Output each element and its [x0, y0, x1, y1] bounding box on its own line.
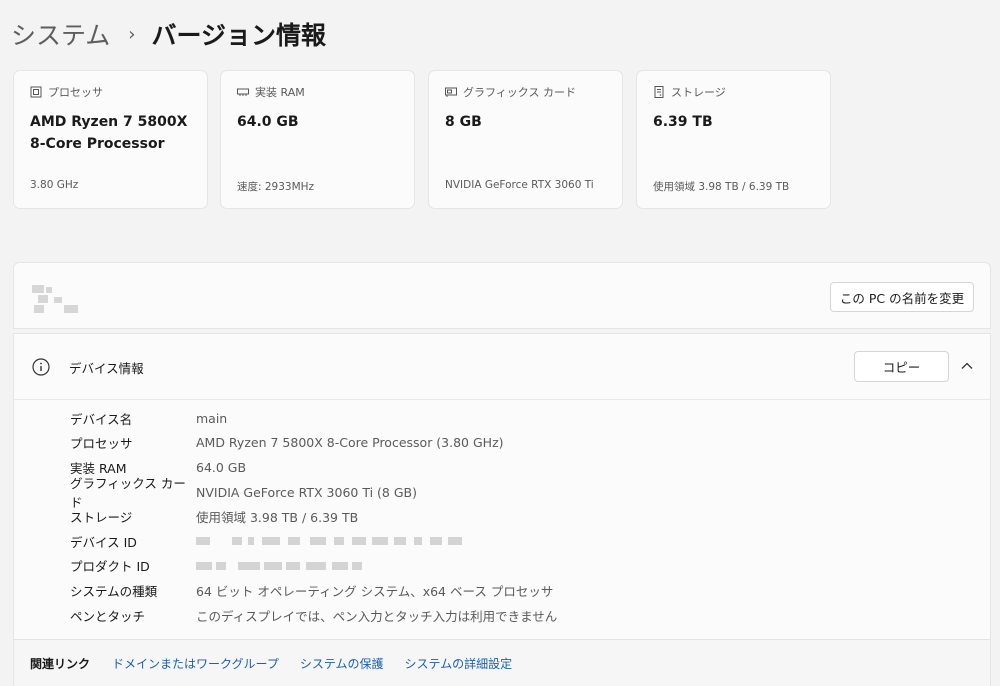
link-system-protection[interactable]: システムの保護 — [300, 655, 384, 672]
spec-key: グラフィックス カード — [70, 476, 186, 511]
spec-row-pen-touch: ペンとタッチ このディスプレイでは、ペン入力とタッチ入力は利用できません — [70, 603, 970, 628]
device-id-redacted — [196, 534, 496, 548]
card-header: ストレージ — [653, 84, 726, 100]
card-value: AMD Ryzen 7 5800X 8-Core Processor — [30, 114, 188, 152]
related-links-label: 関連リンク — [30, 657, 91, 671]
graphics-card-icon — [445, 86, 457, 98]
related-links: 関連リンク ドメインまたはワークグループ システムの保護 システムの詳細設定 — [14, 639, 990, 686]
card-label: 実装 RAM — [255, 86, 305, 99]
link-advanced-settings[interactable]: システムの詳細設定 — [404, 655, 512, 672]
breadcrumb: システム › バージョン情報 — [11, 16, 326, 52]
card-header: プロセッサ — [30, 84, 103, 100]
spec-row-processor: プロセッサ AMD Ryzen 7 5800X 8-Core Processor… — [70, 431, 970, 456]
card-header: 実装 RAM — [237, 84, 305, 100]
card-header: グラフィックス カード — [445, 84, 576, 100]
spec-key: ペンとタッチ — [70, 608, 146, 624]
spec-card-storage: ストレージ 6.39 TB 使用領域 3.98 TB / 6.39 TB — [636, 70, 831, 209]
spec-row-ram: 実装 RAM 64.0 GB — [70, 455, 970, 480]
spec-cards: プロセッサ AMD Ryzen 7 5800X 8-Core Processor… — [13, 70, 833, 209]
spec-key: システムの種類 — [70, 583, 158, 599]
spec-row-device-name: デバイス名 main — [70, 406, 970, 431]
spec-key: ストレージ — [70, 510, 133, 526]
spec-row-device-id: デバイス ID — [70, 529, 970, 554]
card-value: 64.0 GB — [237, 114, 299, 130]
spec-value: AMD Ryzen 7 5800X 8-Core Processor (3.80… — [196, 435, 504, 451]
pc-name-panel: この PC の名前を変更 — [13, 262, 991, 329]
storage-icon — [653, 86, 665, 98]
processor-icon — [30, 86, 42, 98]
spec-value: NVIDIA GeForce RTX 3060 Ti (8 GB) — [196, 484, 417, 500]
memory-icon — [237, 86, 249, 98]
card-label: グラフィックス カード — [463, 86, 576, 99]
device-info-header[interactable]: デバイス情報 コピー — [14, 334, 990, 400]
rename-pc-button[interactable]: この PC の名前を変更 — [830, 282, 974, 312]
breadcrumb-system[interactable]: システム — [11, 16, 110, 52]
page-title: バージョン情報 — [151, 21, 326, 50]
spec-value: このディスプレイでは、ペン入力とタッチ入力は利用できません — [196, 608, 558, 624]
device-info-panel: デバイス情報 コピー デバイス名 main プロセッサ AMD Ryzen 7 … — [13, 333, 991, 686]
spec-key: デバイス ID — [70, 534, 137, 550]
card-value: 6.39 TB — [653, 114, 713, 130]
chevron-right-icon: › — [128, 23, 136, 45]
spec-key: プロダクト ID — [70, 559, 150, 575]
pc-name-redacted — [32, 283, 82, 315]
card-detail: 3.80 GHz — [30, 179, 79, 191]
spec-key: デバイス名 — [70, 411, 133, 427]
device-info-title: デバイス情報 — [69, 361, 144, 376]
card-label: ストレージ — [671, 86, 726, 99]
spec-row-graphics: グラフィックス カード NVIDIA GeForce RTX 3060 Ti (… — [70, 476, 970, 510]
spec-value: 64.0 GB — [196, 459, 247, 475]
spec-card-processor: プロセッサ AMD Ryzen 7 5800X 8-Core Processor… — [13, 70, 208, 209]
spec-value: 64 ビット オペレーティング システム、x64 ベース プロセッサ — [196, 583, 554, 599]
card-detail: 速度: 2933MHz — [237, 181, 315, 193]
chevron-up-icon[interactable] — [960, 359, 974, 373]
copy-button[interactable]: コピー — [854, 351, 949, 382]
info-icon — [32, 358, 50, 376]
spec-key: プロセッサ — [70, 436, 133, 452]
spec-card-ram: 実装 RAM 64.0 GB 速度: 2933MHz — [220, 70, 415, 209]
product-id-redacted — [196, 559, 496, 573]
card-detail: NVIDIA GeForce RTX 3060 Ti — [445, 179, 594, 191]
spec-row-product-id: プロダクト ID — [70, 554, 970, 579]
card-detail: 使用領域 3.98 TB / 6.39 TB — [653, 181, 790, 193]
card-label: プロセッサ — [48, 86, 103, 99]
link-domain-workgroup[interactable]: ドメインまたはワークグループ — [112, 655, 279, 672]
spec-value: main — [196, 410, 228, 426]
card-value: 8 GB — [445, 114, 482, 130]
device-spec-list: デバイス名 main プロセッサ AMD Ryzen 7 5800X 8-Cor… — [70, 406, 970, 627]
spec-card-graphics: グラフィックス カード 8 GB NVIDIA GeForce RTX 3060… — [428, 70, 623, 209]
spec-row-storage: ストレージ 使用領域 3.98 TB / 6.39 TB — [70, 504, 970, 529]
spec-row-system-type: システムの種類 64 ビット オペレーティング システム、x64 ベース プロセ… — [70, 578, 970, 603]
spec-value: 使用領域 3.98 TB / 6.39 TB — [196, 510, 359, 526]
